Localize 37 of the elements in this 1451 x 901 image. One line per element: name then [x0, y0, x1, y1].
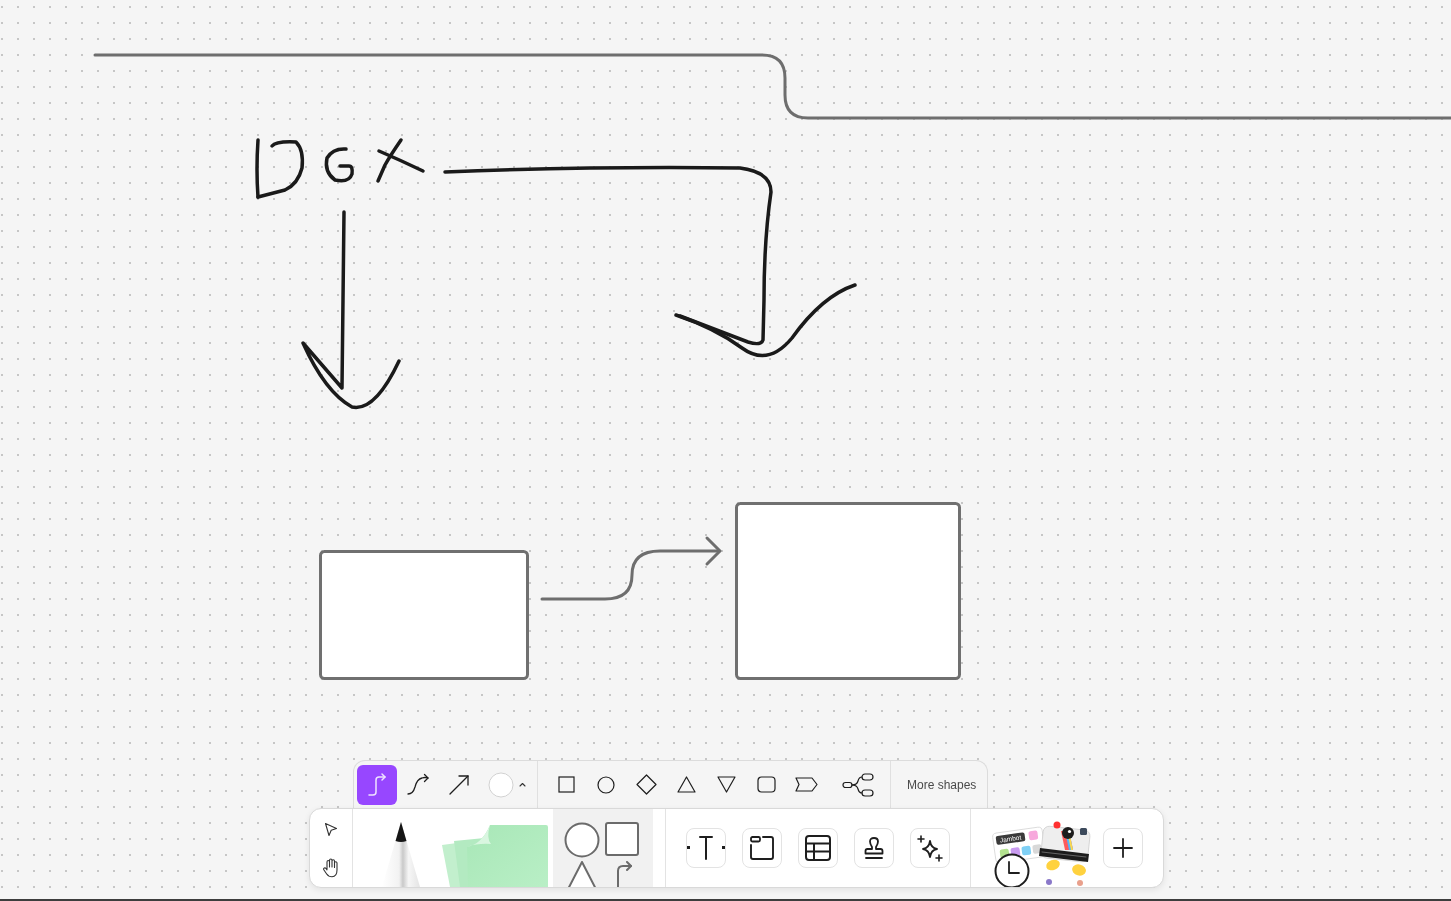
- inverted-triangle-icon[interactable]: [716, 776, 736, 793]
- square-shape-icon: [605, 822, 639, 856]
- cursor-icon[interactable]: [324, 822, 338, 837]
- avatar-icon: [1077, 880, 1083, 886]
- curved-arrow-icon: [405, 772, 431, 797]
- hand-icon[interactable]: [322, 858, 340, 878]
- caret-icon[interactable]: [519, 782, 526, 787]
- circle-icon[interactable]: [597, 775, 615, 794]
- stamp-button[interactable]: [854, 828, 894, 868]
- triangle-icon[interactable]: [676, 776, 696, 793]
- elbow-arrow-icon: [365, 771, 389, 798]
- bent-arrow-icon: [616, 861, 633, 887]
- more-shapes-button[interactable]: More shapes: [907, 777, 977, 792]
- plus-icon: [1112, 837, 1134, 859]
- circle-shape-icon: [564, 822, 600, 858]
- shapes-tool-button[interactable]: [553, 809, 653, 887]
- mind-map-icon[interactable]: [842, 772, 874, 797]
- sparkle-button[interactable]: [910, 828, 950, 868]
- diagonal-arrow-icon: [448, 773, 470, 796]
- add-button[interactable]: [1103, 828, 1143, 868]
- section-button[interactable]: [742, 828, 782, 868]
- frame-icon: [748, 834, 776, 862]
- square-icon[interactable]: [557, 776, 575, 793]
- avatar-icon: [1046, 879, 1052, 885]
- sparkle-icon: [917, 834, 943, 862]
- tag-shape-icon[interactable]: [794, 777, 818, 792]
- color-swatch[interactable]: [488, 771, 514, 798]
- table-icon: [804, 834, 832, 862]
- rounded-square-icon[interactable]: [756, 776, 776, 793]
- stamp-icon: [863, 836, 885, 860]
- text-button[interactable]: [686, 828, 726, 868]
- connector-style-button[interactable]: [357, 764, 397, 805]
- clock-drawing[interactable]: [994, 853, 1030, 887]
- pen-drawing[interactable]: [380, 822, 422, 887]
- camera-drawing[interactable]: [1039, 821, 1091, 876]
- table-button[interactable]: [798, 828, 838, 868]
- diamond-icon[interactable]: [635, 774, 657, 795]
